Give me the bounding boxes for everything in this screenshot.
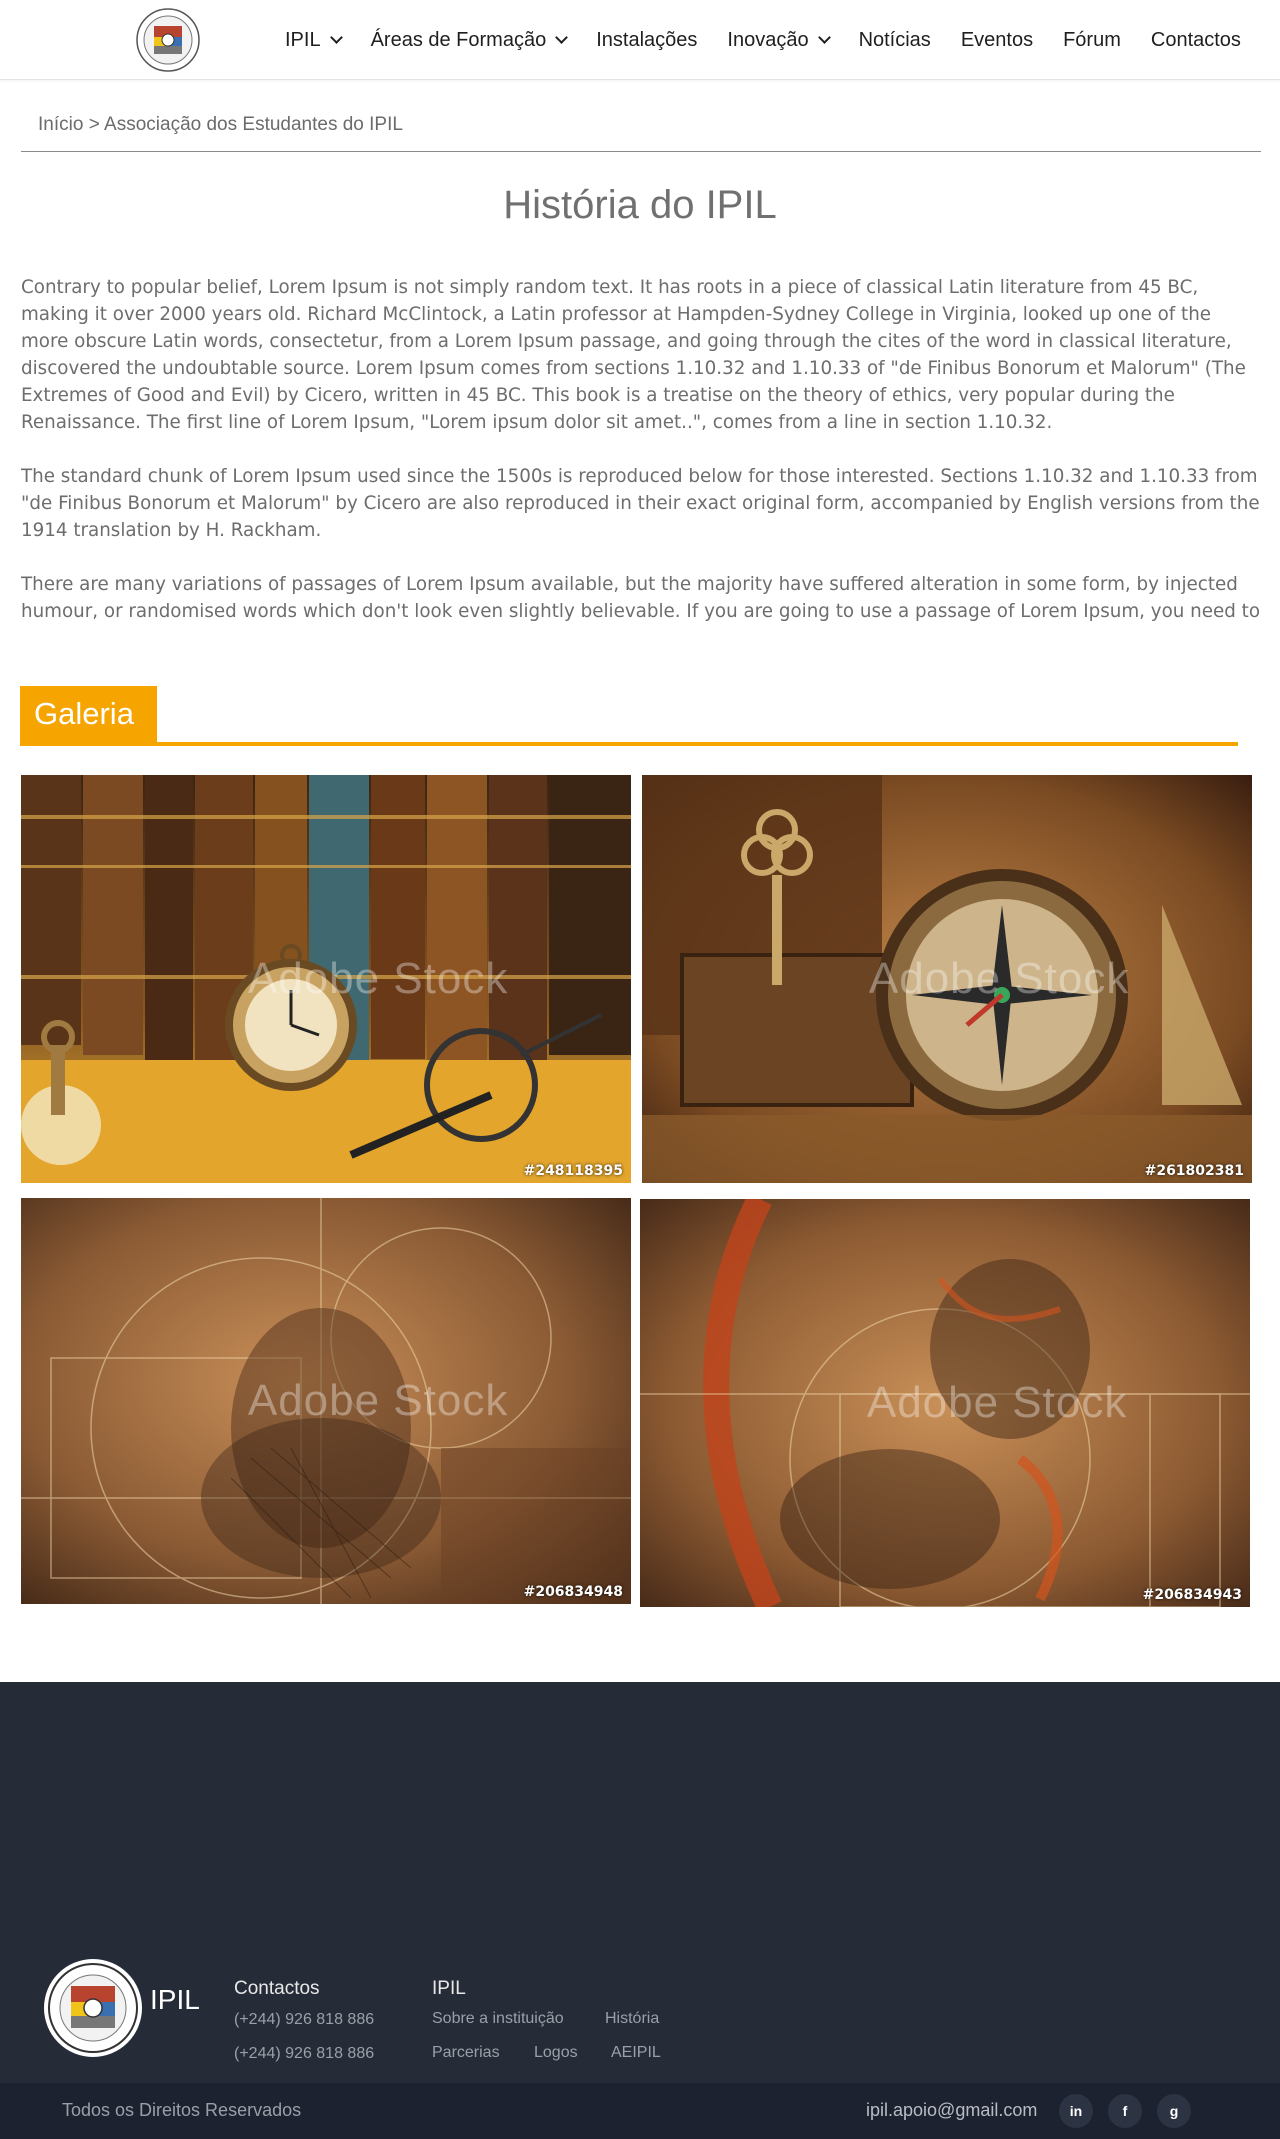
footer-brand: IPIL: [150, 1984, 200, 2015]
gallery-image-davinci-collage[interactable]: Adobe Stock #206834943: [640, 1199, 1250, 1607]
footer-phone-link[interactable]: (+244) 926 818 886: [234, 2011, 374, 2029]
nav-item-inovacao[interactable]: Inovação: [727, 29, 831, 52]
chevron-down-icon: [817, 31, 831, 44]
footer-link-historia[interactable]: História: [605, 2010, 659, 2028]
gallery-image-davinci-sketch[interactable]: Adobe Stock #206834948: [21, 1198, 631, 1604]
stock-watermark: Adobe Stock: [866, 1378, 1128, 1427]
footer-phone-link[interactable]: (+244) 926 818 886: [234, 2045, 374, 2063]
gallery-title: Galeria: [20, 686, 157, 742]
footer-ipil-title: IPIL: [432, 1978, 466, 1999]
article-paragraph: There are many variations of passages of…: [21, 574, 1261, 622]
nav-item-contactos[interactable]: Contactos: [1151, 29, 1241, 52]
stock-watermark: Adobe Stock: [247, 954, 509, 1003]
stock-watermark: Adobe Stock: [868, 954, 1130, 1003]
stock-id-label: #206834943: [1142, 1587, 1242, 1603]
stock-id-label: #248118395: [523, 1163, 623, 1179]
stock-watermark: Adobe Stock: [247, 1376, 509, 1425]
article-body: Contrary to popular belief, Lorem Ipsum …: [21, 274, 1261, 628]
footer-contacts-title: Contactos: [234, 1978, 320, 1999]
footer-link-sobre[interactable]: Sobre a instituição: [432, 2010, 564, 2028]
page-title: História do IPIL: [503, 183, 777, 227]
site-footer: IPIL Contactos (+244) 926 818 886 (+244)…: [0, 1682, 1280, 2083]
copyright-text: Todos os Direitos Reservados: [62, 2100, 302, 2120]
breadcrumb: Início > Associação dos Estudantes do IP…: [21, 100, 1261, 152]
footer-link-aeipil[interactable]: AEIPIL: [611, 2044, 661, 2062]
chevron-down-icon: [555, 31, 569, 44]
breadcrumb-home-link[interactable]: Início: [38, 114, 83, 135]
nav-item-areas-de-formacao[interactable]: Áreas de Formação: [371, 29, 569, 52]
ipil-footer-logo[interactable]: [43, 1958, 143, 2058]
gallery-image-books-watch[interactable]: Adobe Stock #248118395: [21, 775, 631, 1183]
article-paragraph: The standard chunk of Lorem Ipsum used s…: [21, 466, 1260, 541]
nav-item-forum[interactable]: Fórum: [1063, 29, 1121, 52]
stock-id-label: #206834948: [523, 1584, 623, 1600]
footer-link-parcerias[interactable]: Parcerias: [432, 2044, 500, 2062]
stock-id-label: #261802381: [1144, 1163, 1244, 1179]
footer-link-logos[interactable]: Logos: [534, 2044, 578, 2062]
gallery-image-compass-keys[interactable]: Adobe Stock #261802381: [642, 775, 1252, 1183]
linkedin-icon[interactable]: in: [1059, 2094, 1093, 2128]
facebook-icon[interactable]: f: [1108, 2094, 1142, 2128]
chevron-down-icon: [329, 31, 343, 44]
nav-item-noticias[interactable]: Notícias: [859, 29, 931, 52]
google-icon[interactable]: g: [1157, 2094, 1191, 2128]
breadcrumb-current: Associação dos Estudantes do IPIL: [104, 114, 403, 135]
main-nav: IPIL Áreas de Formação Instalações Inova…: [270, 0, 1256, 80]
ipil-logo[interactable]: [136, 8, 200, 72]
site-header: IPIL Áreas de Formação Instalações Inova…: [0, 0, 1280, 80]
nav-item-instalacoes[interactable]: Instalações: [596, 29, 697, 52]
footer-bottom-bar: Todos os Direitos Reservados ipil.apoio@…: [0, 2083, 1280, 2139]
footer-email-link[interactable]: ipil.apoio@gmail.com: [866, 2100, 1037, 2121]
nav-item-eventos[interactable]: Eventos: [961, 29, 1033, 52]
nav-item-ipil[interactable]: IPIL: [285, 29, 343, 52]
breadcrumb-separator: >: [88, 114, 100, 135]
gallery-header: Galeria: [20, 686, 1238, 746]
article-paragraph: Contrary to popular belief, Lorem Ipsum …: [21, 277, 1246, 433]
